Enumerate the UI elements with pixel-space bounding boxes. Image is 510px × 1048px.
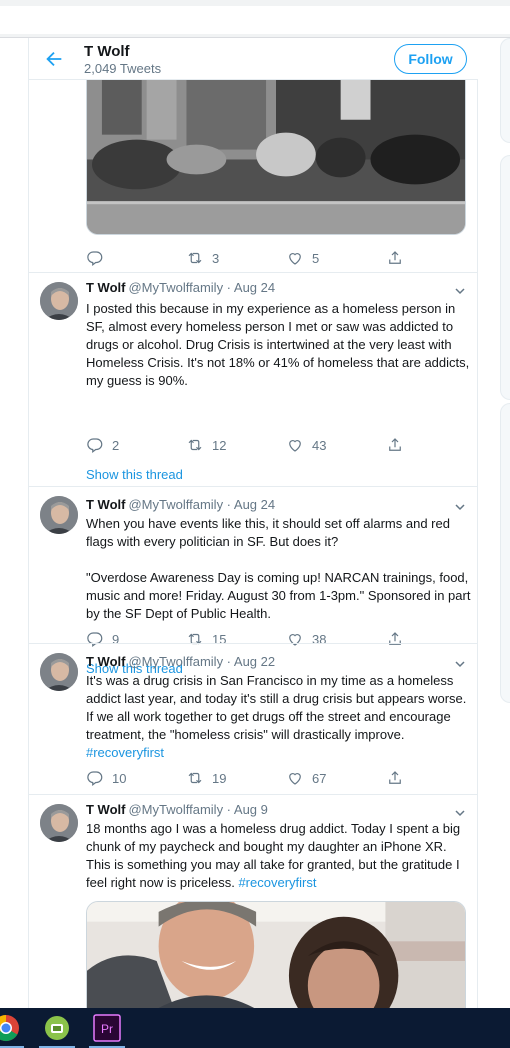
profile-header: T Wolf 2,049 Tweets Follow xyxy=(29,38,478,80)
tweet-text: 18 months ago I was a homeless drug addi… xyxy=(86,821,461,890)
tweet-author-name[interactable]: T Wolf xyxy=(86,802,125,817)
sidebar-card xyxy=(500,38,510,143)
hashtag-link[interactable]: #recoveryfirst xyxy=(86,745,164,760)
retweet-count: 19 xyxy=(212,770,227,786)
tweet-photo-selfie[interactable] xyxy=(86,901,466,1008)
chevron-down-icon[interactable] xyxy=(454,657,466,669)
avatar[interactable] xyxy=(40,496,78,534)
tweet-actions: 9 15 38 xyxy=(86,629,416,649)
like-button[interactable]: 43 xyxy=(286,435,326,455)
premiere-pro-icon[interactable]: Pr xyxy=(89,1014,125,1048)
share-button[interactable] xyxy=(386,768,404,788)
like-button[interactable]: 5 xyxy=(286,248,319,268)
tweet-handle-date[interactable]: @MyTwolffamily · Aug 24 xyxy=(128,280,275,295)
tweet-count: 2,049 Tweets xyxy=(84,61,162,76)
reply-button[interactable]: 9 xyxy=(86,629,119,649)
left-gutter xyxy=(0,38,28,1008)
avatar[interactable] xyxy=(40,804,78,842)
tweet-photo-street[interactable] xyxy=(86,80,466,235)
sidebar-card xyxy=(500,155,510,400)
reply-button[interactable]: 2 xyxy=(86,435,119,455)
tweet-text: It's was a drug crisis in San Francisco … xyxy=(86,673,467,760)
retweet-icon xyxy=(188,633,202,645)
tweet-actions: 2 12 43 xyxy=(86,435,416,455)
share-button[interactable] xyxy=(386,629,404,649)
tweet-header: T Wolf @MyTwolffamily · Aug 9 xyxy=(86,802,268,817)
tweet-text: I posted this because in my experience a… xyxy=(86,301,470,388)
chrome-icon[interactable] xyxy=(0,1014,24,1048)
tweet-header: T Wolf @MyTwolffamily · Aug 24 xyxy=(86,280,275,295)
show-thread-link[interactable]: Show this thread xyxy=(86,467,183,482)
like-button[interactable]: 67 xyxy=(286,768,326,788)
divider xyxy=(29,643,478,644)
profile-timeline: T Wolf 2,049 Tweets Follow 3 5 T Wolf @M… xyxy=(28,38,478,1008)
tweet-header: T Wolf @MyTwolffamily · Aug 22 xyxy=(86,654,275,669)
reply-icon xyxy=(87,438,103,453)
windows-taskbar: Pr xyxy=(0,1008,510,1048)
retweet-count: 12 xyxy=(212,437,227,453)
chevron-down-icon[interactable] xyxy=(454,806,466,818)
share-icon xyxy=(389,251,401,264)
tweet-handle-date[interactable]: @MyTwolffamily · Aug 24 xyxy=(128,497,275,512)
like-count: 38 xyxy=(312,631,327,647)
share-icon xyxy=(389,438,401,451)
heart-icon xyxy=(289,634,301,646)
svg-text:Pr: Pr xyxy=(101,1022,113,1036)
tweet-author-name[interactable]: T Wolf xyxy=(86,280,125,295)
tweet-handle-date[interactable]: @MyTwolffamily · Aug 9 xyxy=(128,802,267,817)
twitter-page: T Wolf 2,049 Tweets Follow 3 5 T Wolf @M… xyxy=(0,38,510,1008)
divider xyxy=(29,794,478,795)
address-bar[interactable] xyxy=(0,6,510,34)
follow-button[interactable]: Follow xyxy=(394,44,467,74)
tweet-actions: 10 19 67 xyxy=(86,768,416,788)
share-icon xyxy=(389,771,401,784)
tweet-author-name[interactable]: T Wolf xyxy=(86,654,125,669)
retweet-button[interactable]: 19 xyxy=(186,768,226,788)
reply-icon xyxy=(87,251,103,266)
retweet-icon xyxy=(188,772,202,784)
reply-button[interactable]: 10 xyxy=(86,768,126,788)
like-count: 67 xyxy=(312,770,327,786)
right-sidebar xyxy=(500,38,510,1008)
tweet-actions: 3 5 xyxy=(86,248,416,268)
profile-name: T Wolf xyxy=(84,43,130,60)
like-count: 5 xyxy=(312,250,320,266)
divider xyxy=(29,272,478,273)
heart-icon xyxy=(289,440,301,452)
reply-icon xyxy=(87,632,103,647)
retweet-button[interactable]: 15 xyxy=(186,629,226,649)
reply-count: 10 xyxy=(112,770,127,786)
back-arrow-icon[interactable] xyxy=(43,48,65,70)
chevron-down-icon[interactable] xyxy=(454,284,466,296)
browser-toolbar xyxy=(0,0,510,38)
like-button[interactable]: 38 xyxy=(286,629,326,649)
retweet-count: 15 xyxy=(212,631,227,647)
chevron-down-icon[interactable] xyxy=(454,500,466,512)
heart-icon xyxy=(289,773,301,785)
retweet-count: 3 xyxy=(212,250,220,266)
sidebar-card xyxy=(500,403,510,703)
reply-button[interactable] xyxy=(86,248,112,268)
tweet-header: T Wolf @MyTwolffamily · Aug 24 xyxy=(86,497,275,512)
share-icon xyxy=(389,632,401,645)
share-button[interactable] xyxy=(386,248,404,268)
share-button[interactable] xyxy=(386,435,404,455)
tweet-handle-date[interactable]: @MyTwolffamily · Aug 22 xyxy=(128,654,275,669)
retweet-button[interactable]: 3 xyxy=(186,248,219,268)
divider xyxy=(29,486,478,487)
retweet-icon xyxy=(188,439,202,451)
app-green-icon[interactable] xyxy=(39,1014,75,1048)
hashtag-link[interactable]: #recoveryfirst xyxy=(238,875,316,890)
tweet-text: When you have events like this, it shoul… xyxy=(86,516,471,621)
reply-count: 9 xyxy=(112,631,120,647)
retweet-button[interactable]: 12 xyxy=(186,435,226,455)
reply-icon xyxy=(87,771,103,786)
avatar[interactable] xyxy=(40,653,78,691)
reply-count: 2 xyxy=(112,437,120,453)
heart-icon xyxy=(289,253,301,265)
like-count: 43 xyxy=(312,437,327,453)
tweet-author-name[interactable]: T Wolf xyxy=(86,497,125,512)
avatar[interactable] xyxy=(40,282,78,320)
retweet-icon xyxy=(188,252,202,264)
